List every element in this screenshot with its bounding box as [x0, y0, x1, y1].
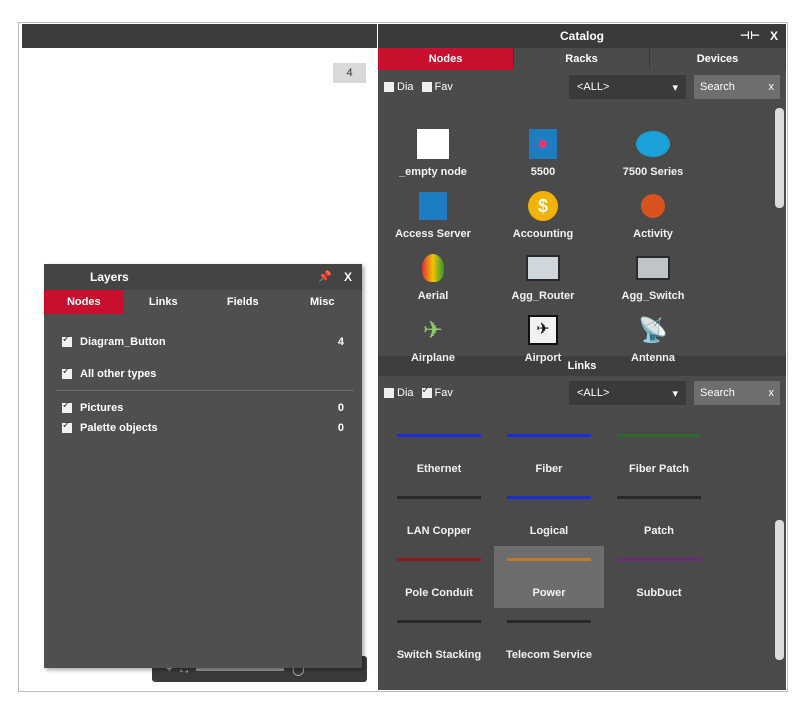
layer-checkbox[interactable]: [62, 400, 72, 413]
link-ethernet[interactable]: Ethernet: [384, 422, 494, 484]
agg-switch-icon: [636, 252, 670, 284]
links-type-select[interactable]: <ALL> ▾: [569, 381, 686, 405]
node-count-badge: 4: [333, 63, 366, 83]
layer-checkbox[interactable]: [62, 334, 72, 347]
node-agg-router[interactable]: Agg_Router: [488, 252, 598, 302]
nodes-search-input[interactable]: Search x: [694, 75, 780, 99]
empty-node-icon: [416, 128, 450, 160]
layers-panel: Layers 📌 X Nodes Links Fields Misc Diagr…: [44, 264, 362, 668]
link-power[interactable]: Power: [494, 546, 604, 608]
link-logical[interactable]: Logical: [494, 484, 604, 546]
link-pole-conduit[interactable]: Pole Conduit: [384, 546, 494, 608]
node-airplane[interactable]: ✈ Airplane: [378, 314, 488, 365]
activity-icon: [636, 190, 670, 222]
node-access-server[interactable]: Access Server: [378, 190, 488, 240]
link-lan-copper[interactable]: LAN Copper: [384, 484, 494, 546]
catalog-panel: Catalog ⊣⊢ X Nodes Racks Devices Dia Fav…: [378, 24, 786, 690]
chevron-down-icon: ▾: [672, 387, 678, 400]
airport-icon: ✈: [526, 314, 560, 346]
antenna-icon: 📡: [638, 316, 668, 344]
node-antenna[interactable]: 📡 Antenna: [598, 314, 708, 365]
clear-icon[interactable]: x: [769, 81, 775, 93]
link-fiber-patch[interactable]: Fiber Patch: [604, 422, 714, 484]
node-5500[interactable]: ✸ 5500: [488, 128, 598, 178]
layer-row[interactable]: Pictures 0: [62, 400, 344, 414]
pin-icon[interactable]: 📌: [318, 264, 332, 290]
layer-checkbox[interactable]: [62, 366, 72, 379]
layer-checkbox[interactable]: [62, 420, 72, 433]
close-icon[interactable]: X: [344, 264, 352, 290]
tab-misc[interactable]: Misc: [283, 290, 363, 314]
nodes-type-select[interactable]: <ALL> ▾: [569, 75, 686, 99]
router-7500-icon: [636, 128, 670, 160]
airplane-icon: ✈: [422, 316, 444, 344]
links-dia-checkbox[interactable]: Dia: [384, 387, 414, 399]
layer-row[interactable]: Diagram_Button 4: [62, 334, 344, 348]
tab-nodes[interactable]: Nodes: [378, 48, 514, 70]
node-activity[interactable]: Activity: [598, 190, 708, 240]
tab-links[interactable]: Links: [124, 290, 204, 314]
node-airport[interactable]: ✈ Airport: [488, 314, 598, 364]
tab-devices[interactable]: Devices: [650, 48, 786, 70]
nodes-grid: _empty node ✸ 5500 7500 Series Access Se…: [378, 104, 786, 364]
chevron-down-icon: ▾: [672, 81, 678, 94]
node-agg-switch[interactable]: Agg_Switch: [598, 252, 708, 302]
node-empty[interactable]: _empty node: [378, 128, 488, 178]
agg-router-icon: [526, 252, 560, 284]
links-search-input[interactable]: Search x: [694, 381, 780, 405]
fav-checkbox[interactable]: Fav: [421, 81, 453, 93]
layers-divider: [56, 390, 354, 391]
node-7500[interactable]: 7500 Series: [598, 128, 708, 178]
catalog-title-bar: Catalog ⊣⊢ X: [378, 24, 786, 48]
layer-row[interactable]: Palette objects 0: [62, 420, 344, 434]
nodes-scrollbar[interactable]: [775, 108, 784, 208]
link-fiber[interactable]: Fiber: [494, 422, 604, 484]
aerial-icon: [416, 252, 450, 284]
accounting-icon: $: [526, 190, 560, 222]
link-patch[interactable]: Patch: [604, 484, 714, 546]
nodes-filter-bar: Dia Fav <ALL> ▾ Search x: [378, 70, 786, 104]
layers-title: Layers: [90, 270, 129, 284]
layers-title-bar: Layers 📌 X: [44, 264, 362, 290]
catalog-title: Catalog: [559, 29, 604, 43]
links-fav-checkbox[interactable]: Fav: [421, 385, 453, 399]
tab-fields[interactable]: Fields: [203, 290, 283, 314]
links-grid: Ethernet Fiber Fiber Patch LAN Copper Lo…: [378, 410, 786, 668]
layer-row[interactable]: All other types: [62, 366, 344, 380]
links-filter-bar: Dia Fav <ALL>▾ Searchx: [378, 376, 786, 410]
node-accounting[interactable]: $ Accounting: [488, 190, 598, 240]
dia-checkbox[interactable]: Dia: [384, 81, 414, 93]
link-subduct[interactable]: SubDuct: [604, 546, 714, 608]
links-scrollbar[interactable]: [775, 520, 784, 660]
node-aerial[interactable]: Aerial: [378, 252, 488, 302]
pin-icon[interactable]: ⊣⊢: [740, 24, 760, 48]
link-switch-stacking[interactable]: Switch Stacking: [384, 608, 494, 670]
switch-5500-icon: ✸: [526, 128, 560, 160]
layers-tabs: Nodes Links Fields Misc: [44, 290, 362, 314]
tab-racks[interactable]: Racks: [514, 48, 650, 70]
close-icon[interactable]: X: [770, 24, 778, 48]
catalog-tabs: Nodes Racks Devices: [378, 48, 786, 70]
link-telecom-service[interactable]: Telecom Service: [494, 608, 604, 670]
access-server-icon: [416, 190, 450, 222]
tab-nodes[interactable]: Nodes: [44, 290, 124, 314]
clear-icon[interactable]: x: [769, 387, 775, 399]
diagram-title-bar: [22, 24, 377, 48]
